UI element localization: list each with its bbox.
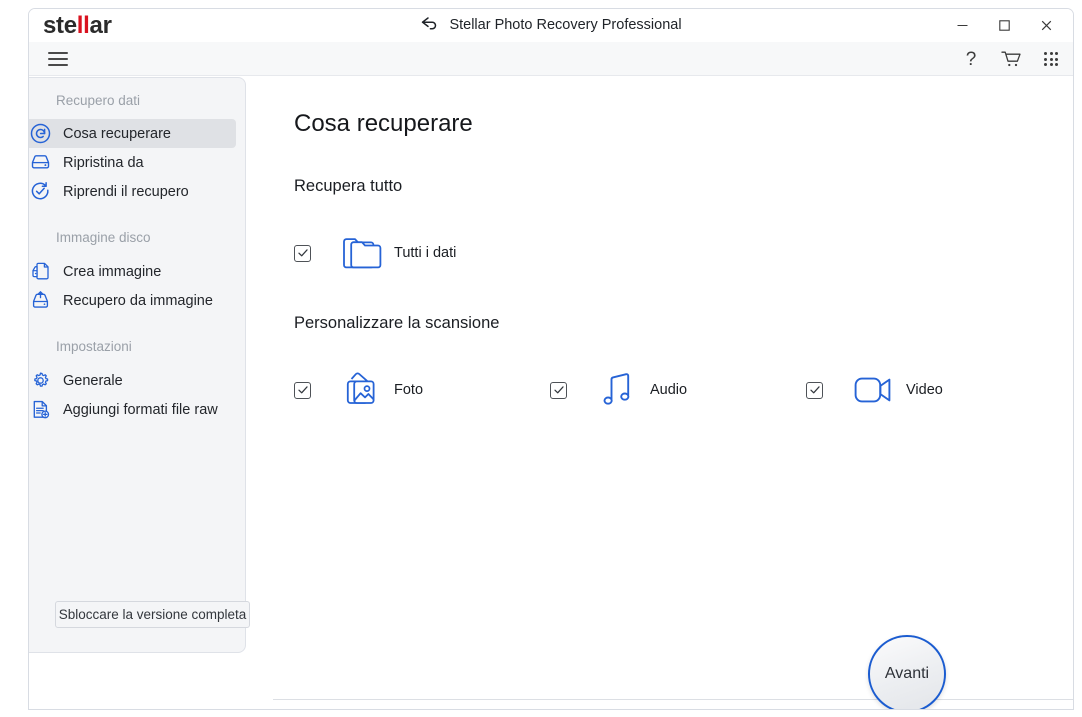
recover-all-options-row: Tutti i dati xyxy=(294,232,456,274)
checkbox-audio[interactable] xyxy=(550,381,567,399)
option-tutti-i-dati[interactable]: Tutti i dati xyxy=(294,232,456,274)
window-controls xyxy=(941,9,1067,42)
sidebar-item-label: Generale xyxy=(63,372,123,389)
create-image-icon xyxy=(29,261,51,283)
option-video[interactable]: Video xyxy=(806,369,943,411)
maximize-button[interactable] xyxy=(983,11,1025,41)
option-label: Audio xyxy=(650,382,688,398)
sidebar-item-cosa-recuperare[interactable]: Cosa recuperare xyxy=(29,119,236,148)
section-title-custom-scan: Personalizzare la scansione xyxy=(294,314,500,332)
window-title-group: Stellar Photo Recovery Professional xyxy=(29,9,1073,42)
unlock-full-version-button[interactable]: Sbloccare la versione completa xyxy=(55,601,250,628)
option-label: Foto xyxy=(394,382,424,398)
toolbar: ? xyxy=(29,42,1073,76)
hard-drive-icon xyxy=(29,152,51,174)
toolbar-actions: ? xyxy=(959,42,1063,76)
option-label: Video xyxy=(906,382,943,398)
minimize-button[interactable] xyxy=(941,11,983,41)
resume-check-icon xyxy=(29,181,51,203)
checkbox-foto[interactable] xyxy=(294,381,311,399)
logo-text-prefix: ste xyxy=(43,12,77,39)
custom-scan-options-row: Foto Audio Video xyxy=(294,369,994,411)
sidebar-item-label: Aggiungi formati file raw xyxy=(63,401,218,418)
footer-divider xyxy=(273,699,1073,700)
sidebar-item-aggiungi-formati-file-raw[interactable]: Aggiungi formati file raw xyxy=(29,395,236,424)
sidebar-item-generale[interactable]: Generale xyxy=(29,366,236,395)
cart-icon[interactable] xyxy=(999,47,1023,71)
back-arrow-icon xyxy=(420,16,440,35)
checkbox-tutti-i-dati[interactable] xyxy=(294,244,311,262)
sidebar-group-label-immagine-disco: Immagine disco xyxy=(56,230,151,245)
next-button[interactable]: Avanti xyxy=(868,635,946,709)
close-button[interactable] xyxy=(1025,11,1067,41)
page-title: Cosa recuperare xyxy=(294,110,473,137)
hamburger-icon[interactable] xyxy=(45,47,71,71)
help-icon[interactable]: ? xyxy=(959,47,983,71)
stellar-logo: stellar xyxy=(43,11,112,41)
hamburger-bar xyxy=(48,58,68,60)
sidebar: Recupero dati Cosa recuperare Ripristina… xyxy=(29,77,250,653)
option-label: Tutti i dati xyxy=(394,245,457,261)
sidebar-group-label-recupero-dati: Recupero dati xyxy=(56,93,141,108)
video-camera-icon xyxy=(852,369,898,411)
logo-text-accent: ll xyxy=(76,12,90,39)
hamburger-bar xyxy=(48,52,68,54)
option-audio[interactable]: Audio xyxy=(550,369,806,411)
option-foto[interactable]: Foto xyxy=(294,369,550,411)
sidebar-group-label-impostazioni: Impostazioni xyxy=(56,339,132,354)
checkbox-video[interactable] xyxy=(806,381,823,399)
sidebar-item-riprendi-il-recupero[interactable]: Riprendi il recupero xyxy=(29,177,236,206)
logo-text-suffix: ar xyxy=(89,12,112,39)
sidebar-item-crea-immagine[interactable]: Crea immagine xyxy=(29,257,236,286)
document-add-icon xyxy=(29,399,51,421)
sidebar-item-recupero-da-immagine[interactable]: Recupero da immagine xyxy=(29,286,236,315)
folder-icon xyxy=(340,232,386,274)
sidebar-item-ripristina-da[interactable]: Ripristina da xyxy=(29,148,236,177)
music-note-icon xyxy=(596,369,642,411)
restore-image-icon xyxy=(29,290,51,312)
sidebar-item-label: Ripristina da xyxy=(63,154,144,171)
hamburger-bar xyxy=(48,64,68,66)
window-title: Stellar Photo Recovery Professional xyxy=(449,17,682,33)
sidebar-item-label: Recupero da immagine xyxy=(63,292,213,309)
main-content: Cosa recuperare Recupera tutto Tutti i d… xyxy=(273,77,1073,709)
sidebar-item-label: Cosa recuperare xyxy=(63,125,171,142)
gear-icon xyxy=(29,370,51,392)
photos-icon xyxy=(340,369,386,411)
refresh-circle-icon xyxy=(29,123,51,145)
section-title-recover-all: Recupera tutto xyxy=(294,177,403,195)
title-bar: stellar Stellar Photo Recovery Professio… xyxy=(29,9,1073,42)
apps-grid-icon[interactable] xyxy=(1039,47,1063,71)
sidebar-item-label: Crea immagine xyxy=(63,263,162,280)
sidebar-item-label: Riprendi il recupero xyxy=(63,183,189,200)
application-window: stellar Stellar Photo Recovery Professio… xyxy=(28,8,1074,710)
